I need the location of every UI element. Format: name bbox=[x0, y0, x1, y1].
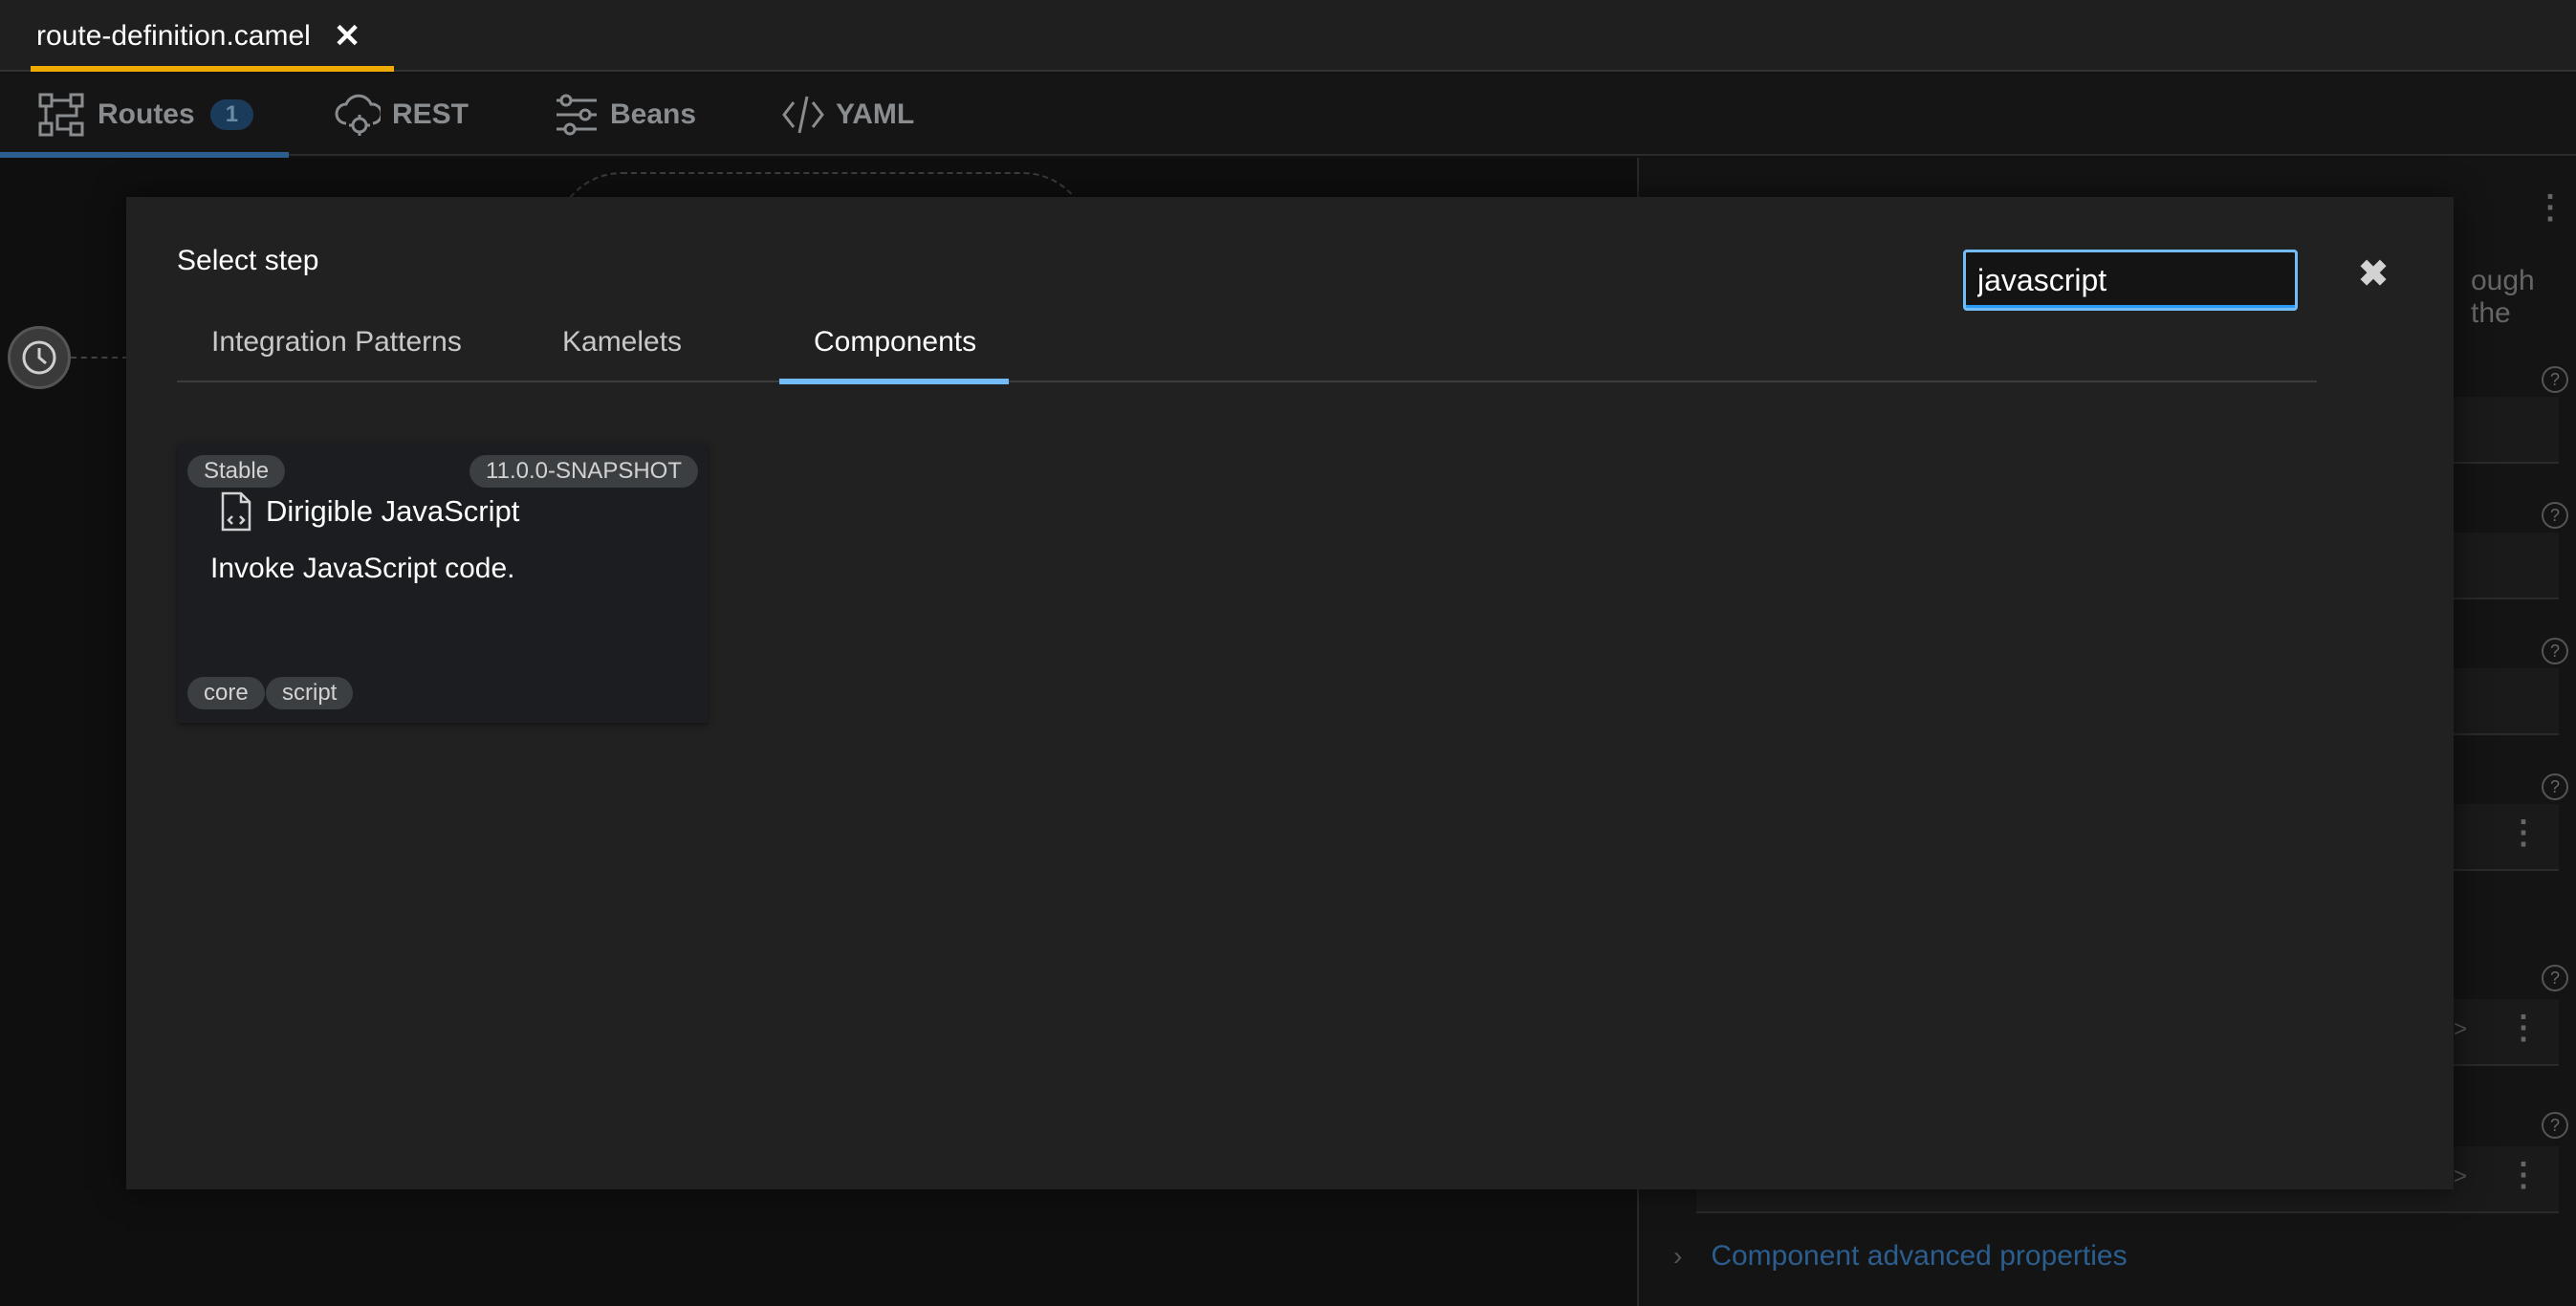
tab-rest[interactable]: REST bbox=[335, 74, 469, 156]
help-icon[interactable]: ? bbox=[2542, 965, 2568, 991]
help-icon[interactable]: ? bbox=[2542, 502, 2568, 529]
tab-rest-label: REST bbox=[392, 98, 469, 130]
connector-line bbox=[71, 357, 128, 359]
kebab-icon[interactable]: ⋮ bbox=[2534, 188, 2566, 227]
help-icon[interactable]: ? bbox=[2542, 638, 2568, 664]
tab-beans-label: Beans bbox=[610, 98, 697, 130]
close-icon[interactable]: ✖ bbox=[2354, 252, 2392, 294]
tab-routes-label: Routes bbox=[98, 98, 195, 130]
active-tab-indicator bbox=[31, 66, 394, 72]
code-icon bbox=[782, 96, 824, 134]
cloud-gear-icon bbox=[335, 94, 381, 136]
routes-count-badge: 1 bbox=[209, 99, 254, 130]
tab-beans[interactable]: Beans bbox=[555, 74, 696, 156]
tile-title-row: Dirigible JavaScript bbox=[220, 491, 519, 532]
panel-description: ough the bbox=[2471, 265, 2535, 329]
sliders-icon bbox=[557, 94, 597, 136]
tab-yaml[interactable]: YAML bbox=[782, 74, 914, 156]
support-level-badge: Stable bbox=[187, 455, 286, 488]
tile-description: Invoke JavaScript code. bbox=[210, 553, 515, 584]
routes-icon bbox=[38, 93, 84, 137]
help-icon[interactable]: ? bbox=[2542, 773, 2568, 800]
help-icon[interactable]: ? bbox=[2542, 366, 2568, 393]
kebab-icon[interactable]: ⋮ bbox=[2507, 1009, 2540, 1047]
clock-icon bbox=[22, 340, 56, 375]
tab-kamelets[interactable]: Kamelets bbox=[562, 302, 682, 382]
advanced-properties-toggle[interactable]: › Component advanced properties bbox=[1673, 1240, 2128, 1273]
editor-tab-route-definition[interactable]: route-definition.camel ✕ bbox=[31, 0, 394, 72]
kebab-icon[interactable]: ⋮ bbox=[2507, 1156, 2540, 1194]
select-step-modal: Select step ✖ Integration Patterns Kamel… bbox=[126, 197, 2454, 1189]
tile-title: Dirigible JavaScript bbox=[266, 494, 520, 528]
close-icon[interactable]: ✕ bbox=[334, 17, 361, 55]
catalog-tabs: Integration Patterns Kamelets Components bbox=[177, 302, 2317, 384]
help-icon[interactable]: ? bbox=[2542, 1112, 2568, 1139]
tab-yaml-label: YAML bbox=[836, 98, 915, 130]
editor-tab-label: route-definition.camel bbox=[36, 19, 311, 52]
tab-components[interactable]: Components bbox=[778, 302, 1010, 384]
code-file-icon bbox=[221, 491, 251, 532]
advanced-properties-label: Component advanced properties bbox=[1711, 1240, 2128, 1272]
editor-tab-strip: route-definition.camel ✕ bbox=[0, 0, 2576, 72]
chevron-right-icon: › bbox=[1673, 1241, 1683, 1271]
catalog-tile[interactable]: Stable 11.0.0-SNAPSHOT Dirigible JavaScr… bbox=[178, 444, 708, 723]
kebab-icon[interactable]: ⋮ bbox=[2507, 814, 2540, 852]
tab-routes[interactable]: Routes 1 bbox=[0, 74, 289, 158]
timer-node[interactable] bbox=[8, 326, 71, 389]
tab-integration-patterns[interactable]: Integration Patterns bbox=[211, 302, 462, 382]
tag-core: core bbox=[187, 677, 265, 709]
view-tabs: Routes 1 REST Beans YAML bbox=[0, 74, 2576, 158]
modal-title: Select step bbox=[177, 245, 319, 276]
tag-script: script bbox=[266, 677, 354, 709]
version-badge: 11.0.0-SNAPSHOT bbox=[469, 455, 698, 488]
